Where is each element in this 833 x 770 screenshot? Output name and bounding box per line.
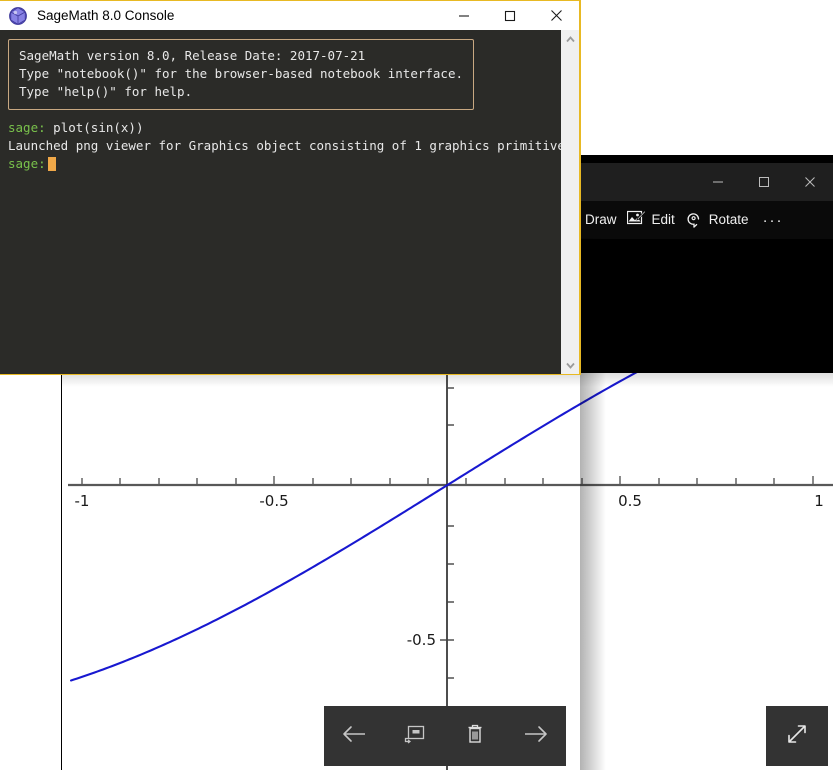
console-prompt-active: sage: — [8, 156, 46, 171]
trash-icon — [465, 723, 485, 750]
console-line-current: sage: — [8, 155, 553, 173]
photo-viewer-toolbar: Draw Edit — [580, 201, 833, 239]
rotate-icon — [685, 210, 703, 231]
console-command-text: plot(sin(x)) — [46, 120, 144, 135]
console-titlebar[interactable]: SageMath 8.0 Console — [0, 1, 579, 30]
x-tick-label-neg0point5: -0.5 — [259, 492, 288, 510]
console-line-command: sage: plot(sin(x)) — [8, 119, 553, 137]
fullscreen-button[interactable] — [766, 706, 828, 766]
rotate-button[interactable]: Rotate — [680, 201, 754, 239]
console-scrollbar[interactable] — [561, 30, 579, 374]
console-title-text: SageMath 8.0 Console — [37, 9, 174, 23]
pv-maximize-button[interactable] — [741, 163, 787, 201]
x-tick-label-neg1: -1 — [75, 492, 90, 510]
console-maximize-button[interactable] — [487, 1, 533, 30]
draw-button[interactable]: Draw — [580, 201, 622, 239]
console-cursor — [48, 157, 56, 171]
console-output-area[interactable]: SageMath version 8.0, Release Date: 2017… — [0, 30, 561, 374]
scroll-down-icon[interactable] — [561, 356, 579, 374]
console-banner: SageMath version 8.0, Release Date: 2017… — [8, 39, 474, 110]
edit-button[interactable]: Edit — [622, 201, 680, 239]
console-prompt: sage: — [8, 120, 46, 135]
more-button[interactable]: ··· — [758, 201, 789, 239]
console-line-output: Launched png viewer for Graphics object … — [8, 137, 553, 155]
console-window-buttons — [441, 1, 579, 30]
console-close-button[interactable] — [533, 1, 579, 30]
pv-minimize-button[interactable] — [695, 163, 741, 201]
banner-line-version: SageMath version 8.0, Release Date: 2017… — [19, 47, 463, 65]
resize-diagonal-icon — [784, 721, 810, 752]
photo-viewer-bottom-toolbar — [324, 706, 566, 766]
scrollbar-track[interactable] — [561, 48, 579, 356]
arrow-left-icon — [341, 724, 367, 749]
slideshow-icon — [404, 724, 426, 749]
banner-line-notebook: Type "notebook()" for the browser-based … — [19, 65, 463, 83]
plot-left-border — [61, 373, 62, 770]
x-tick-label-0point5: 0.5 — [618, 492, 642, 510]
rotate-button-label: Rotate — [709, 213, 749, 227]
scroll-up-icon[interactable] — [561, 30, 579, 48]
edit-image-icon — [627, 210, 646, 230]
delete-button[interactable] — [450, 710, 500, 762]
sine-curve — [71, 373, 652, 680]
sagemath-logo-icon — [8, 6, 28, 26]
previous-button[interactable] — [329, 710, 379, 762]
sagemath-console-window: SageMath 8.0 Console SageMath version 8.… — [0, 0, 581, 375]
console-body: SageMath version 8.0, Release Date: 2017… — [0, 30, 579, 374]
arrow-right-icon — [523, 724, 549, 749]
banner-line-help: Type "help()" for help. — [19, 83, 463, 101]
x-tick-label-1: 1 — [814, 492, 824, 510]
pv-close-button[interactable] — [787, 163, 833, 201]
photo-viewer-titlebar — [580, 163, 833, 201]
y-tick-label-neg0point5: -0.5 — [407, 631, 436, 649]
next-button[interactable] — [511, 710, 561, 762]
console-minimize-button[interactable] — [441, 1, 487, 30]
draw-button-label: Draw — [585, 213, 617, 227]
slideshow-button[interactable] — [390, 710, 440, 762]
screen-root: Draw Edit — [0, 0, 833, 770]
edit-button-label: Edit — [652, 213, 675, 227]
more-options-icon: ··· — [763, 213, 784, 228]
